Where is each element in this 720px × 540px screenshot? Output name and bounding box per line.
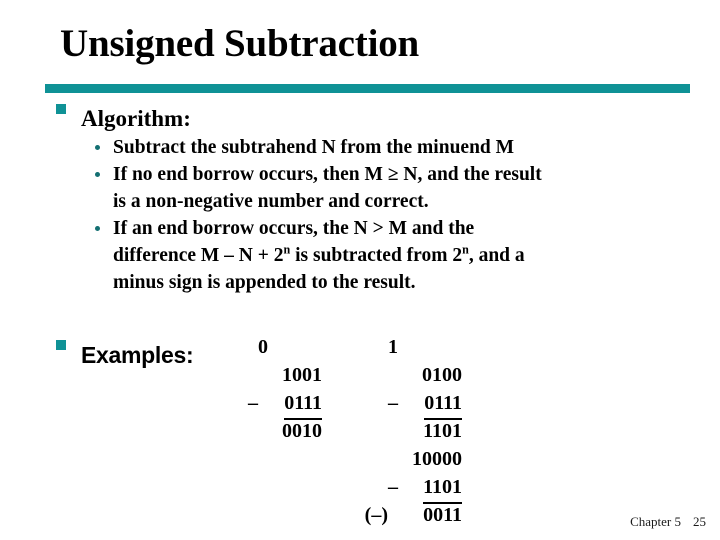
calc-line-result: 0010 <box>222 417 332 445</box>
list-item: If no end borrow occurs, then M ≥ N, and… <box>0 161 720 215</box>
binary-digits: 0011 <box>423 504 462 526</box>
calc-line-result: 1101 <box>352 417 472 445</box>
binary-digits: 0010 <box>282 420 322 442</box>
calc-line-borrow: 1 <box>352 333 472 361</box>
binary-digits: 10000 <box>412 448 462 470</box>
round-bullet-icon <box>95 145 100 150</box>
list-item: Subtract the subtrahend N from the minue… <box>0 134 720 161</box>
calc-line-result: (–) 0011 <box>352 501 472 529</box>
binary-digits: 0111 <box>284 389 322 420</box>
footer-chapter-label: Chapter 5 <box>630 514 681 529</box>
title-divider <box>45 84 690 93</box>
example-left: 0 1001 – 0111 0010 <box>222 333 332 445</box>
examples-heading-label: Examples: <box>81 342 194 368</box>
negative-sign-parenthesized: (–) <box>364 504 388 526</box>
binary-digits: 1101 <box>423 473 462 504</box>
algorithm-heading-label: Algorithm: <box>81 106 191 131</box>
binary-digits: 1001 <box>282 364 322 386</box>
binary-digits: 0111 <box>424 389 462 420</box>
calc-line-operand: – 0111 <box>222 389 332 420</box>
list-item-line: If an end borrow occurs, the N > M and t… <box>113 218 475 239</box>
minus-operator: – <box>248 392 258 414</box>
binary-digits: 0100 <box>422 364 462 386</box>
slide-body: Algorithm: Subtract the subtrahend N fro… <box>0 104 720 296</box>
round-bullet-icon <box>95 226 100 231</box>
list-item-line-rich: difference M – N + 2n is subtracted from… <box>113 242 525 266</box>
minus-operator: – <box>388 476 398 498</box>
section-heading-algorithm: Algorithm: <box>0 104 720 134</box>
round-bullet-icon <box>95 172 100 177</box>
slide-footer: Chapter 5 25 <box>630 514 706 530</box>
calc-line-operand: – 1101 <box>352 473 472 504</box>
algorithm-bullet-list: Subtract the subtrahend N from the minue… <box>0 134 720 296</box>
minus-operator: – <box>388 392 398 414</box>
exponent: n <box>462 242 469 257</box>
binary-digits: 1101 <box>423 420 462 442</box>
footer-page-number: 25 <box>693 514 706 529</box>
square-bullet-icon <box>56 340 66 350</box>
exponent: n <box>283 242 291 257</box>
calc-line-operand: 0100 <box>352 361 472 389</box>
binary-digits: 1 <box>388 336 398 358</box>
list-item-line: is a non-negative number and correct. <box>113 191 429 212</box>
calc-line-operand: 1001 <box>222 361 332 389</box>
slide: Unsigned Subtraction Algorithm: Subtract… <box>0 0 720 540</box>
example-right: 1 0100–0111 1101 10000–1101 (–) 0011 <box>352 333 472 529</box>
list-item-line: minus sign is appended to the result. <box>113 272 416 293</box>
list-item-line: Subtract the subtrahend N from the minue… <box>113 137 515 158</box>
list-item-line: If no end borrow occurs, then M ≥ N, and… <box>113 164 542 185</box>
square-bullet-icon <box>56 104 66 114</box>
calc-line-borrow: 0 <box>222 333 332 361</box>
calc-line-operand: – 0111 <box>352 389 472 420</box>
page-title: Unsigned Subtraction <box>60 22 419 65</box>
calc-line-operand: 10000 <box>352 445 472 473</box>
binary-digits: 0 <box>258 336 268 358</box>
list-item: If an end borrow occurs, the N > M and t… <box>0 215 720 296</box>
